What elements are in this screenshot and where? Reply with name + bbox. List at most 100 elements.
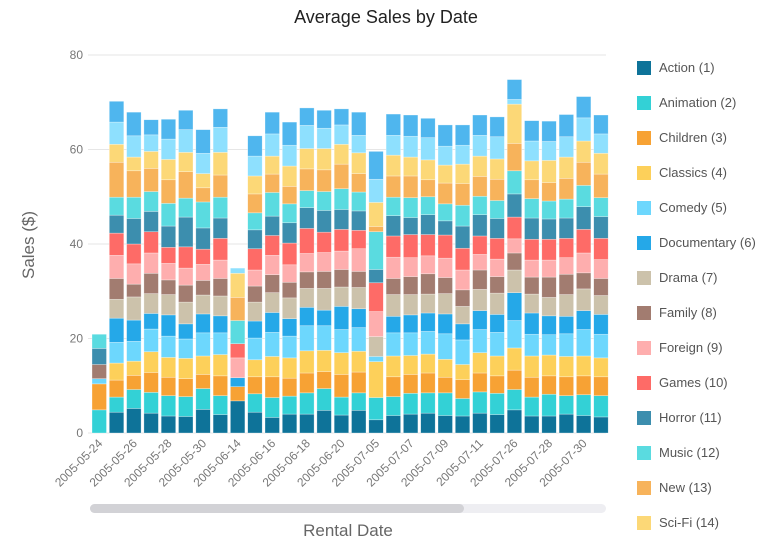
bar-segment[interactable]	[351, 308, 367, 328]
bar-segment[interactable]	[333, 209, 350, 230]
bar-segment[interactable]	[299, 413, 315, 434]
bar-segment[interactable]	[264, 292, 280, 313]
bar-segment[interactable]	[126, 375, 142, 390]
bar-segment[interactable]	[230, 386, 246, 402]
bar-segment[interactable]	[558, 413, 574, 434]
bar-segment[interactable]	[541, 218, 557, 240]
bar-segment[interactable]	[333, 286, 350, 307]
bar-segment[interactable]	[178, 216, 194, 248]
bar-segment[interactable]	[91, 364, 107, 379]
bar-segment[interactable]	[143, 351, 159, 373]
bar-segment[interactable]	[316, 388, 332, 411]
bar-segment[interactable]	[489, 292, 505, 315]
bar-segment[interactable]	[593, 216, 609, 239]
bar-segment[interactable]	[454, 415, 471, 434]
bar-segment[interactable]	[230, 272, 246, 298]
bar-segment[interactable]	[541, 354, 557, 377]
bar-segment[interactable]	[403, 234, 419, 259]
bar-segment[interactable]	[541, 334, 557, 356]
bar-segment[interactable]	[506, 170, 523, 195]
bar-segment[interactable]	[264, 332, 280, 357]
bar-segment[interactable]	[178, 323, 194, 340]
bar-segment[interactable]	[472, 114, 488, 136]
bar-segment[interactable]	[126, 135, 142, 158]
bar-segment[interactable]	[558, 395, 574, 415]
bar-segment[interactable]	[576, 355, 592, 377]
bar-segment[interactable]	[109, 255, 125, 279]
bar-stack[interactable]	[247, 135, 263, 434]
bar-segment[interactable]	[109, 411, 125, 434]
bar-segment[interactable]	[333, 306, 350, 330]
bar-segment[interactable]	[420, 412, 436, 434]
bar-segment[interactable]	[524, 198, 540, 219]
legend-item[interactable]: Drama (7)	[637, 260, 772, 295]
bar-segment[interactable]	[195, 152, 211, 174]
bar-segment[interactable]	[299, 392, 315, 415]
bar-segment[interactable]	[126, 296, 142, 321]
bar-segment[interactable]	[299, 288, 315, 308]
bar-segment[interactable]	[281, 335, 298, 359]
bar-segment[interactable]	[91, 348, 107, 365]
bar-segment[interactable]	[368, 397, 384, 421]
bar-segment[interactable]	[506, 103, 523, 144]
bar-segment[interactable]	[195, 294, 211, 315]
bar-segment[interactable]	[454, 204, 471, 227]
bar-segment[interactable]	[489, 355, 505, 377]
bar-segment[interactable]	[506, 320, 523, 349]
bar-segment[interactable]	[247, 175, 263, 195]
bar-segment[interactable]	[195, 313, 211, 334]
bar-segment[interactable]	[281, 413, 298, 434]
bar-segment[interactable]	[299, 148, 315, 170]
bar-segment[interactable]	[126, 196, 142, 219]
bar-segment[interactable]	[230, 267, 246, 274]
bar-segment[interactable]	[437, 234, 453, 259]
bar-segment[interactable]	[472, 372, 488, 393]
bar-segment[interactable]	[143, 272, 159, 294]
bar-segment[interactable]	[472, 155, 488, 177]
bar-segment[interactable]	[212, 259, 228, 279]
bar-segment[interactable]	[143, 392, 159, 414]
bar-segment[interactable]	[195, 355, 211, 375]
bar-segment[interactable]	[178, 416, 194, 434]
bar-segment[interactable]	[299, 107, 315, 126]
bar-segment[interactable]	[160, 395, 176, 417]
bar-segment[interactable]	[541, 200, 557, 220]
bar-segment[interactable]	[247, 193, 263, 214]
bar-segment[interactable]	[299, 350, 315, 374]
bar-segment[interactable]	[109, 214, 125, 234]
bar-segment[interactable]	[333, 108, 350, 126]
bar-segment[interactable]	[420, 312, 436, 332]
legend-item[interactable]: Animation (2)	[637, 85, 772, 120]
bar-segment[interactable]	[524, 293, 540, 314]
bar-segment[interactable]	[420, 137, 436, 161]
bar-stack[interactable]	[333, 108, 350, 434]
bar-segment[interactable]	[109, 144, 125, 163]
bar-stack[interactable]	[281, 121, 298, 434]
bar-segment[interactable]	[489, 276, 505, 294]
bar-segment[interactable]	[160, 263, 176, 281]
bar-segment[interactable]	[333, 250, 350, 270]
bar-segment[interactable]	[126, 341, 142, 362]
bar-segment[interactable]	[437, 415, 453, 434]
bar-segment[interactable]	[420, 255, 436, 275]
bar-segment[interactable]	[558, 136, 574, 158]
bar-segment[interactable]	[333, 269, 350, 288]
bar-segment[interactable]	[143, 231, 159, 254]
bar-segment[interactable]	[212, 108, 228, 128]
bar-segment[interactable]	[506, 347, 523, 371]
bar-segment[interactable]	[143, 211, 159, 233]
bar-segment[interactable]	[541, 315, 557, 336]
bar-segment[interactable]	[385, 278, 401, 295]
bar-segment[interactable]	[195, 248, 211, 265]
bar-segment[interactable]	[593, 197, 609, 217]
bar-segment[interactable]	[333, 163, 350, 190]
bar-segment[interactable]	[195, 173, 211, 189]
bar-segment[interactable]	[541, 276, 557, 298]
bar-segment[interactable]	[212, 126, 228, 153]
bar-segment[interactable]	[593, 416, 609, 434]
bar-segment[interactable]	[195, 227, 211, 250]
bar-segment[interactable]	[247, 393, 263, 413]
bar-segment[interactable]	[281, 281, 298, 299]
bar-segment[interactable]	[195, 332, 211, 357]
bar-segment[interactable]	[178, 246, 194, 269]
